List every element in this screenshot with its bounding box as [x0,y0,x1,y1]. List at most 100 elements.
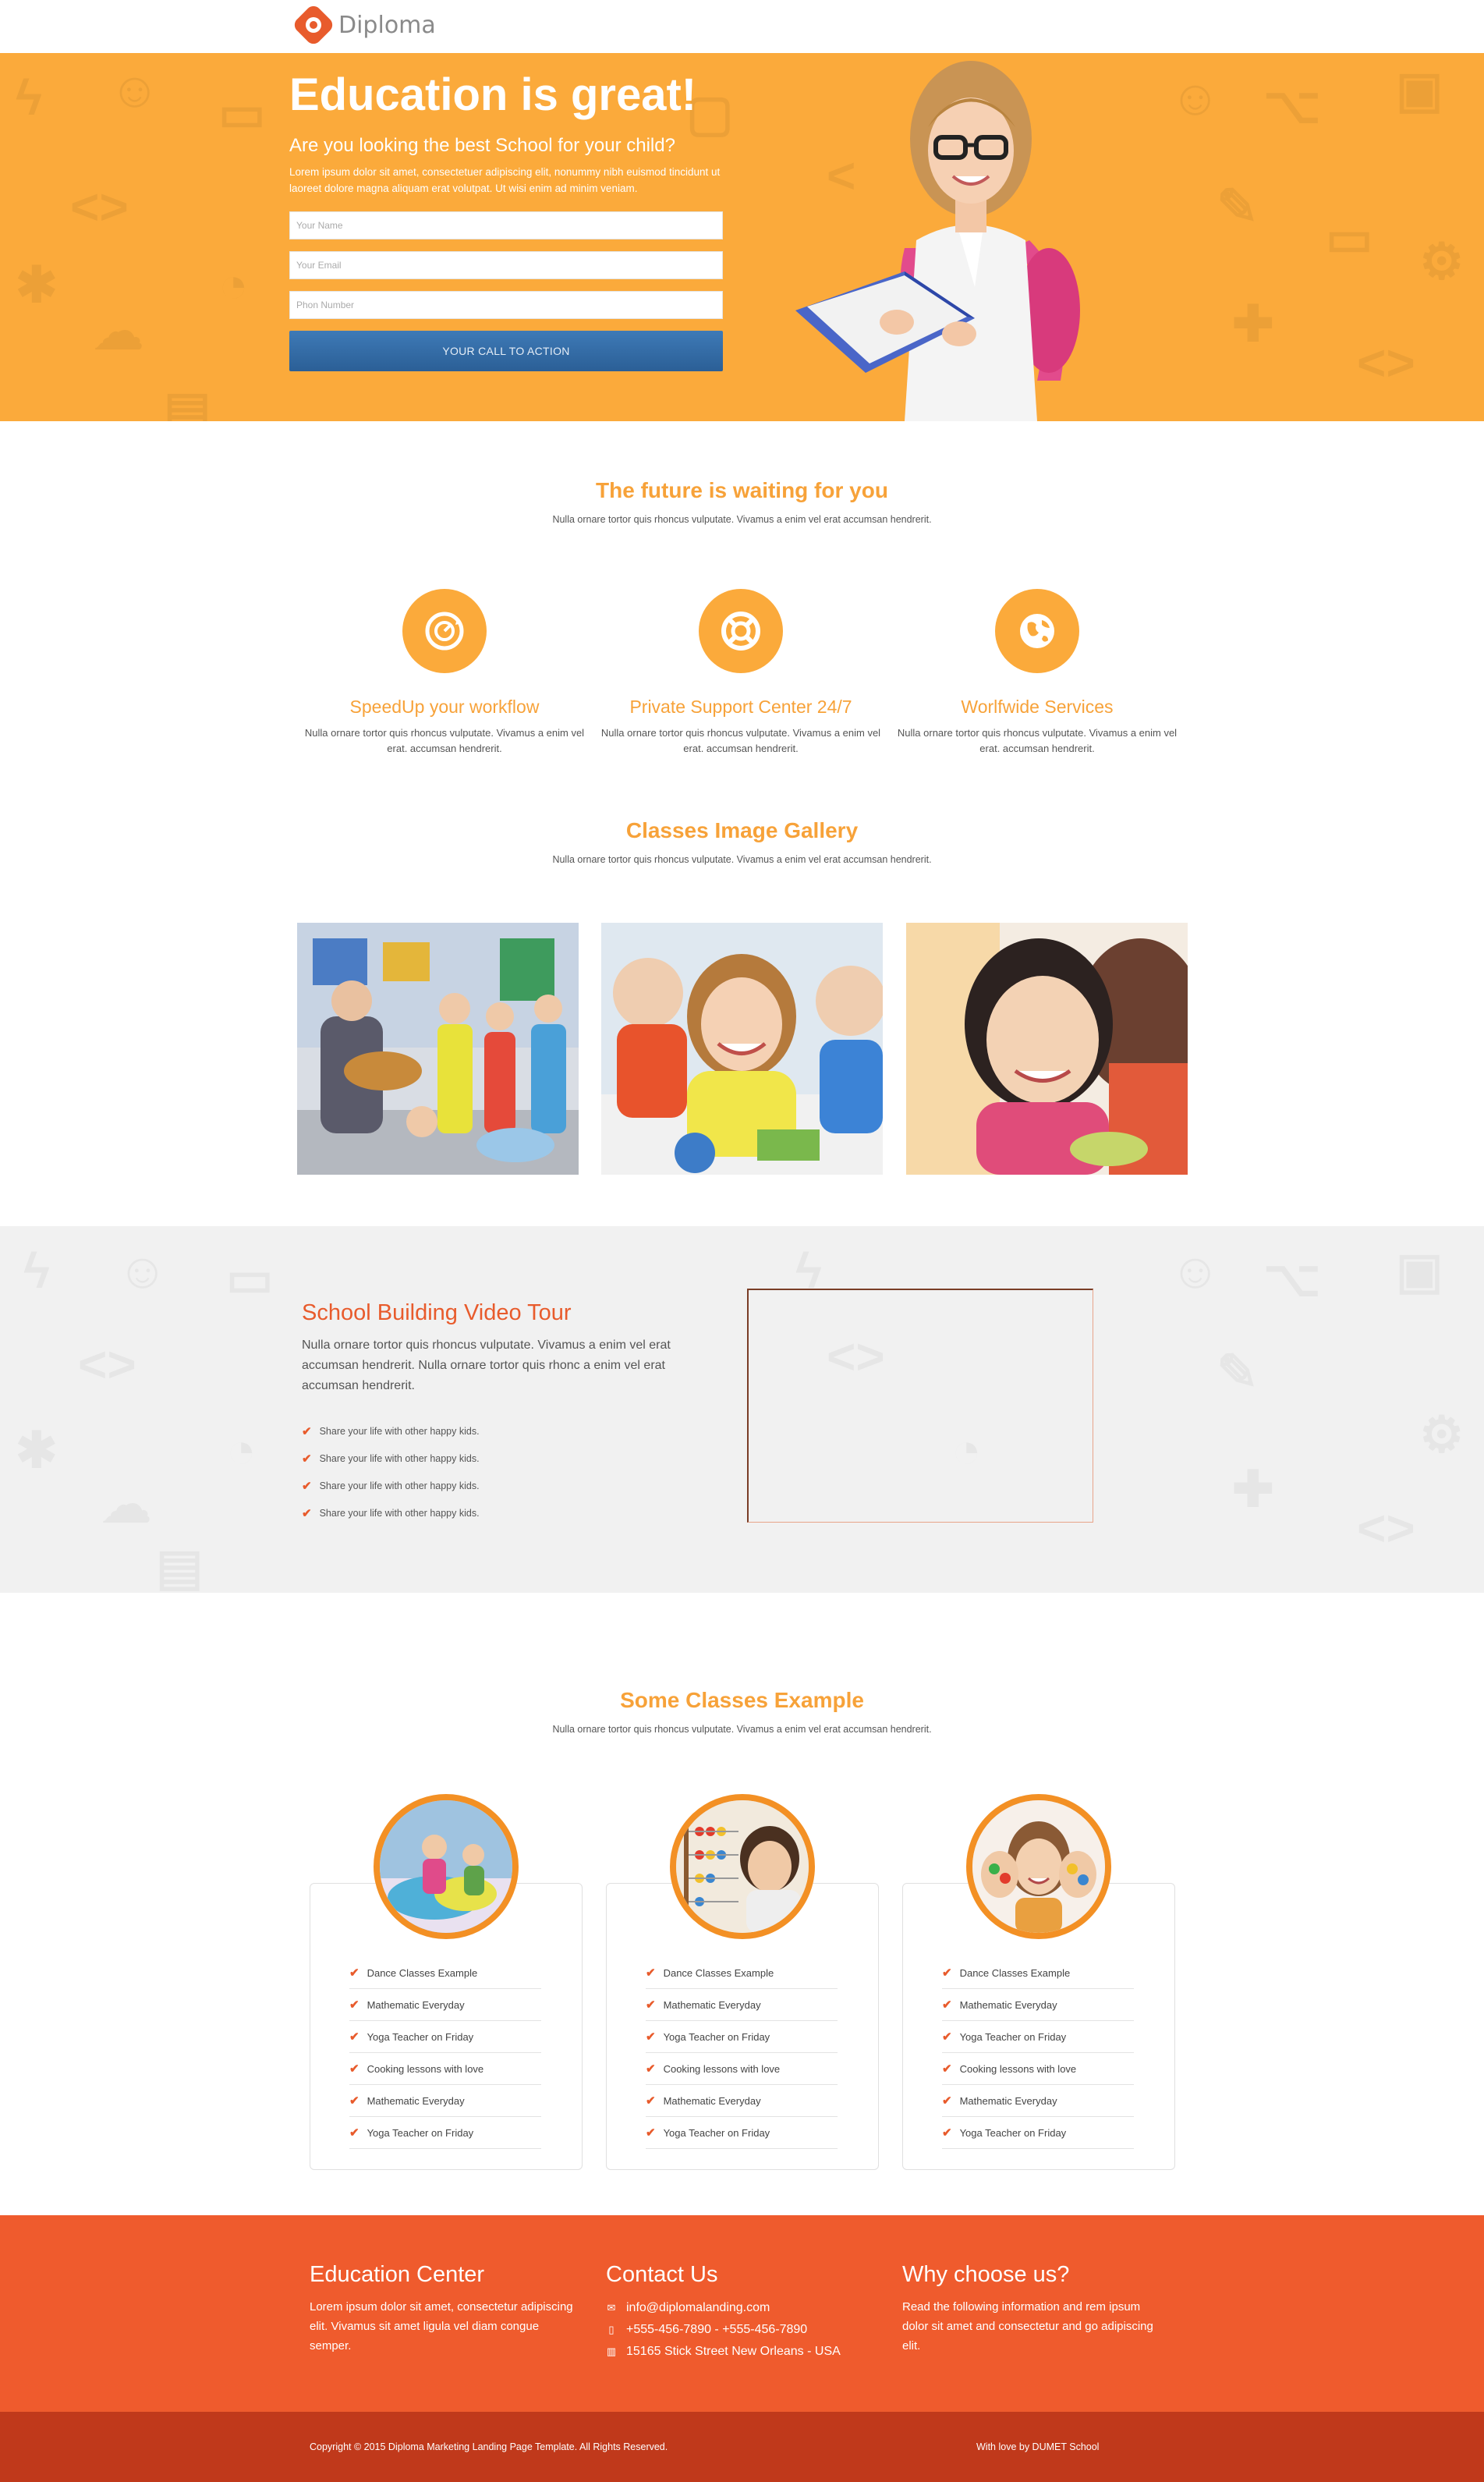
contact-email[interactable]: ✉ info@diplomalanding.com [606,2297,918,2319]
document-icon: ▣ [1396,1242,1443,1300]
gallery-section-title: Classes Image Gallery [625,818,859,842]
list-item: ✔ Mathematic Everyday [646,1989,838,2021]
checkmark-icon: ✔ [646,2062,656,2076]
checkmark-icon: ✔ [302,1506,312,1520]
checkmark-icon: ✔ [942,2094,952,2108]
video-player[interactable] [747,1289,1093,1523]
list-item-label: Mathematic Everyday [663,2094,761,2107]
copyright-text: Copyright © 2015 Diploma Marketing Landi… [310,2441,668,2452]
footer-why: Why choose us? Read the following inform… [902,2262,1167,2356]
envelope-icon: ✉ [607,2302,616,2314]
checkmark-icon: ✔ [349,1998,359,2012]
note-icon: ✎ [1217,1343,1259,1402]
checkmark-icon: ✔ [942,1998,952,2012]
top-bar: Diploma [0,0,1484,53]
checkmark-icon: ✔ [349,2126,359,2140]
folder-icon: ▭ [226,1250,273,1308]
list-item: ✔ Yoga Teacher on Friday [646,2117,838,2149]
future-section-title: The future is waiting for you [596,478,888,502]
people-icon: ☺ [109,62,161,118]
document-icon: ▣ [1396,62,1443,118]
footer-about-text: Lorem ipsum dolor sit amet, consectetur … [310,2300,573,2353]
list-item: ✔ Yoga Teacher on Friday [942,2117,1134,2149]
phone-input[interactable] [289,291,723,319]
bolt-icon: ϟ [16,69,42,126]
list-item: ✔ Share your life with other happy kids. [302,1499,480,1526]
list-item: ✔ Mathematic Everyday [942,1989,1134,2021]
feature-support: Private Support Center 24/7 Nulla ornare… [593,589,889,757]
feature-text: Nulla ornare tortor quis rhoncus vulputa… [600,727,881,754]
people-icon: ☺ [1170,69,1221,126]
checkmark-icon: ✔ [349,2030,359,2044]
feature-speedup: SpeedUp your workflow Nulla ornare torto… [296,589,593,757]
checkmark-icon: ✔ [942,1966,952,1980]
checkmark-icon: ✔ [942,2062,952,2076]
video-background-pattern: ϟ ☺ ▭ <> ✱ ☁ ◔ ▤ <> ◔ ☺ ⌥ ▣ ✎ ⚙ ✚ <> ϟ [0,1226,1484,1593]
list-item: ✔ Mathematic Everyday [646,2085,838,2117]
credits-link[interactable]: With love by DUMET School [976,2441,1099,2452]
code-icon: <> [70,179,129,235]
email-input[interactable] [289,251,723,279]
list-item-label: Mathematic Everyday [367,1998,465,2011]
list-item-label: Yoga Teacher on Friday [663,2126,770,2139]
list-item-label: Yoga Teacher on Friday [663,2030,770,2043]
feature-text: Nulla ornare tortor quis rhoncus vulputa… [304,727,585,754]
class-photo-math [670,1794,815,1939]
list-item: ✔ Mathematic Everyday [942,2085,1134,2117]
list-item: ✔ Cooking lessons with love [349,2053,541,2085]
list-item-label: Yoga Teacher on Friday [959,2126,1067,2139]
bug-icon: ✱ [16,257,58,313]
checkmark-icon: ✔ [349,2062,359,2076]
list-item-label: Dance Classes Example [959,1966,1071,1979]
feature-icon-circle [995,589,1079,673]
folder-icon: ▭ [1326,210,1373,266]
footer-why-text: Read the following information and rem i… [902,2300,1153,2353]
checkmark-icon: ✔ [302,1424,312,1438]
gallery-image-music-class[interactable] [297,923,579,1175]
name-input[interactable] [289,211,723,239]
call-to-action-button[interactable]: YOUR CALL TO ACTION [289,331,723,371]
checkmark-icon: ✔ [302,1479,312,1493]
list-item: ✔ Dance Classes Example [942,1957,1134,1989]
list-item-label: Yoga Teacher on Friday [367,2126,474,2139]
gauge-icon: ◔ [218,257,249,313]
gear-icon: ⚙ [1419,1406,1464,1464]
footer-about: Education Center Lorem ipsum dolor sit a… [310,2262,575,2356]
class-list: ✔ Dance Classes Example ✔ Mathematic Every… [942,1957,1134,2149]
list-item-label: Mathematic Everyday [367,2094,465,2107]
class-photo-painting [966,1794,1111,1939]
video-tour-section: ϟ ☺ ▭ <> ✱ ☁ ◔ ▤ <> ◔ ☺ ⌥ ▣ ✎ ⚙ ✚ <> ϟ S… [0,1226,1484,1593]
class-list: ✔ Dance Classes Example ✔ Mathematic Every… [646,1957,838,2149]
feature-text: Nulla ornare tortor quis rhoncus vulputa… [897,727,1178,754]
brand-logo[interactable]: Diploma [291,2,436,48]
feature-title: Worlfwide Services [961,697,1114,717]
people-icon: ☺ [1170,1242,1220,1300]
contact-phone[interactable]: ▯ +555-456-7890 - +555-456-7890 [606,2319,918,2341]
footer-why-title: Why choose us? [902,2262,1070,2287]
hero-description: Lorem ipsum dolor sit amet, consectetuer… [289,166,721,194]
share-icon: ⌥ [1263,77,1321,133]
gallery-image-smiling-girl[interactable] [601,923,883,1175]
bolt-icon: ϟ [23,1242,50,1300]
gallery-image-asian-girl[interactable] [906,923,1188,1175]
list-item: ✔ Yoga Teacher on Friday [349,2117,541,2149]
checkmark-icon: ✔ [646,1966,656,1980]
contact-address-value: 15165 Stick Street New Orleans - USA [626,2345,841,2358]
folder-icon: ▭ [218,85,266,141]
hero-subtitle: Are you looking the best School for your… [289,135,675,156]
classes-section-subtitle: Nulla ornare tortor quis rhoncus vulputa… [552,1724,932,1735]
building-icon: ▥ [606,2345,617,2357]
brand-name: Diploma [338,11,436,39]
globe-icon [1020,614,1054,648]
video-benefits-list: ✔ Share your life with other happy kids. … [302,1417,480,1526]
cloud-icon: ☁ [101,1476,151,1534]
list-item-label: Mathematic Everyday [663,1998,761,2011]
checkmark-icon: ✔ [302,1452,312,1466]
speedometer-icon [425,612,464,651]
list-item: ✔ Yoga Teacher on Friday [349,2021,541,2053]
medical-icon: ✚ [1232,1460,1274,1519]
list-item-label: Yoga Teacher on Friday [367,2030,474,2043]
bottom-bar: Copyright © 2015 Diploma Marketing Landi… [0,2412,1484,2482]
list-item-label: Mathematic Everyday [959,2094,1057,2107]
contact-email-value: info@diplomalanding.com [626,2301,770,2314]
